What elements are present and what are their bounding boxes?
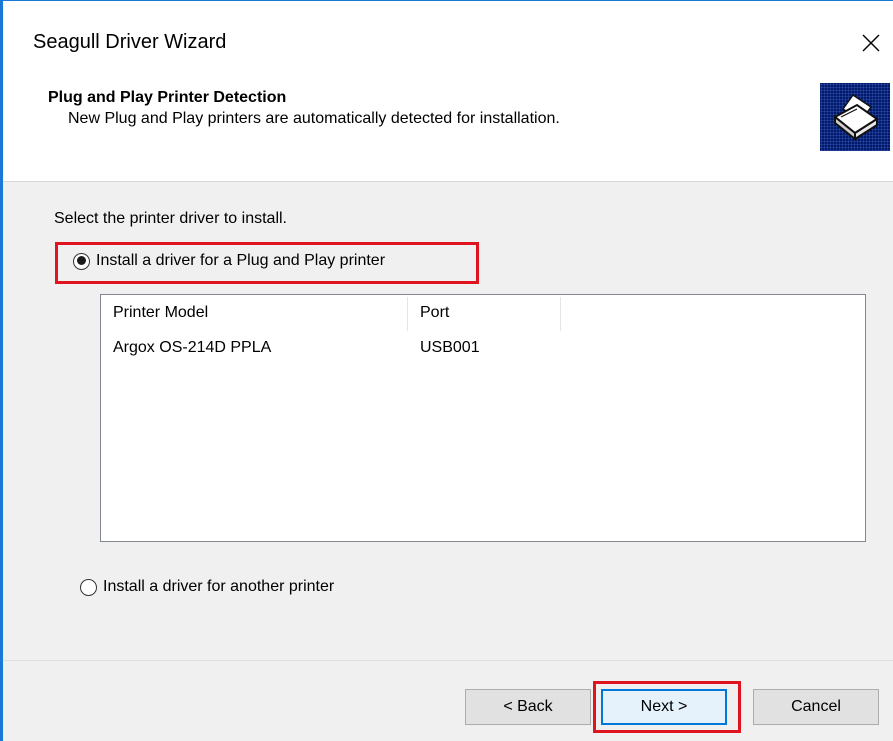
cancel-button[interactable]: Cancel [753, 689, 879, 725]
back-button[interactable]: < Back [465, 689, 591, 725]
close-icon [862, 34, 880, 52]
printer-list-header: Printer Model Port [101, 295, 865, 331]
port-cell: USB001 [420, 339, 480, 356]
title-bar: Seagull Driver Wizard [3, 1, 893, 83]
page-title: Plug and Play Printer Detection [48, 89, 287, 106]
instruction-text: Select the printer driver to install. [54, 210, 287, 227]
wizard-footer: < Back Next > Cancel [3, 661, 893, 741]
page-subtitle: New Plug and Play printers are automatic… [68, 110, 560, 127]
printer-icon [820, 83, 890, 151]
radio-button-unselected[interactable] [80, 578, 97, 596]
close-button[interactable] [851, 23, 891, 63]
printer-list[interactable]: Printer Model Port Argox OS-214D PPLA US… [100, 294, 866, 542]
radio-option-pnp-label: Install a driver for a Plug and Play pri… [96, 252, 386, 269]
radio-option-other-label: Install a driver for another printer [103, 578, 335, 595]
radio-option-other[interactable]: Install a driver for another printer [80, 578, 334, 596]
wizard-content: Select the printer driver to install. In… [3, 182, 893, 660]
table-row[interactable]: Argox OS-214D PPLA USB001 [101, 333, 865, 363]
window-title: Seagull Driver Wizard [33, 31, 227, 53]
next-button[interactable]: Next > [601, 689, 727, 725]
column-header-printer-model[interactable]: Printer Model [101, 295, 407, 331]
printer-model-cell: Argox OS-214D PPLA [113, 339, 272, 356]
column-header-port[interactable]: Port [408, 295, 560, 331]
radio-option-pnp[interactable]: Install a driver for a Plug and Play pri… [73, 252, 385, 270]
wizard-window: Seagull Driver Wizard Plug and Play Prin… [0, 0, 893, 741]
wizard-header: Plug and Play Printer Detection New Plug… [3, 83, 893, 181]
column-divider[interactable] [560, 297, 561, 331]
radio-button-selected[interactable] [73, 252, 90, 270]
